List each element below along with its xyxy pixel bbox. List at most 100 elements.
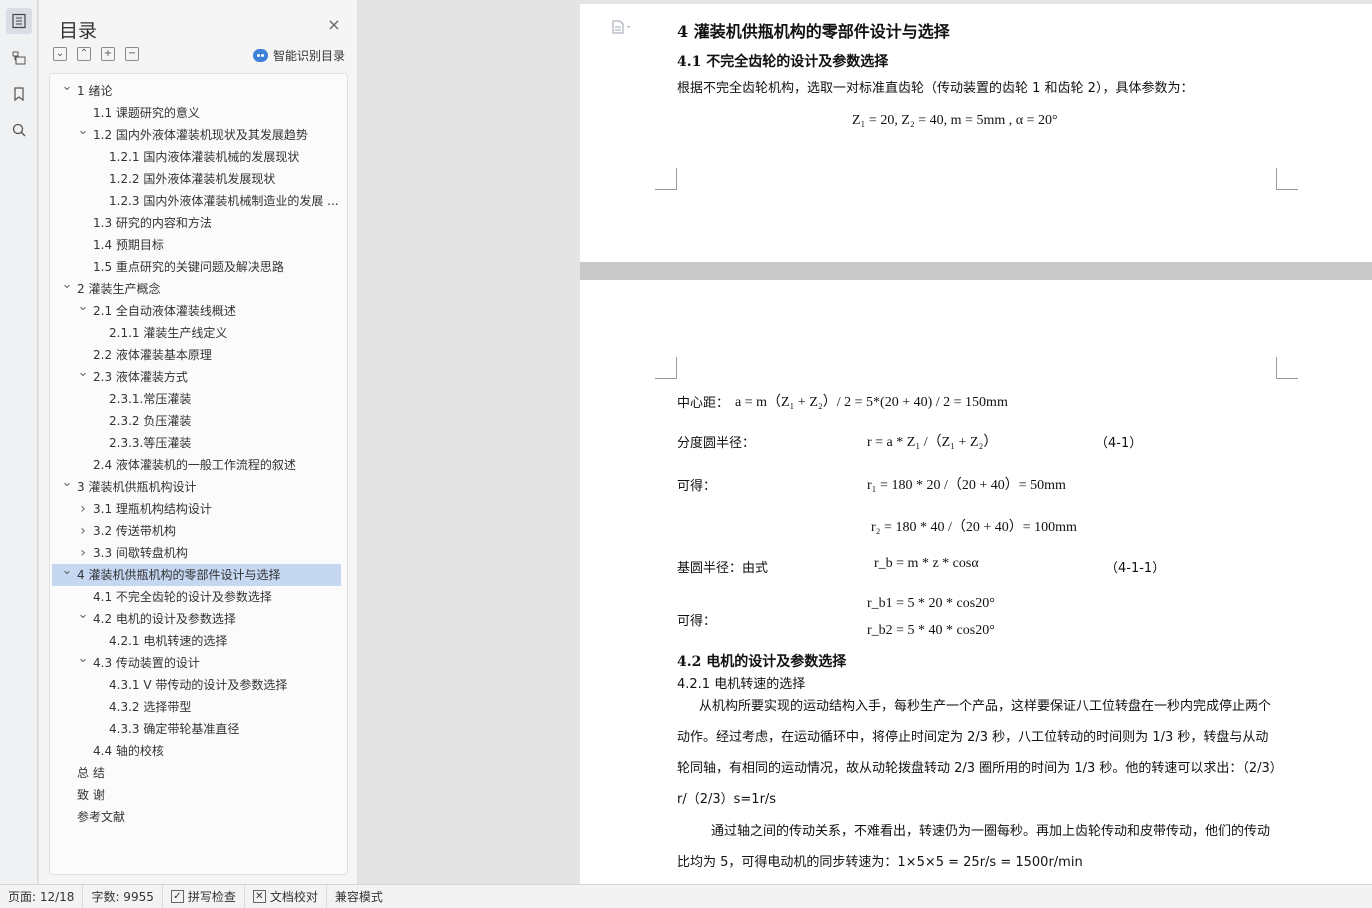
- structure-icon[interactable]: [6, 45, 32, 71]
- toc-item[interactable]: ⌄ 2.1 全自动液体灌装线概述: [50, 300, 347, 322]
- toc-item[interactable]: 1.2.2 国外液体灌装机发展现状: [50, 168, 347, 190]
- toc-item[interactable]: 参考文献: [50, 806, 347, 828]
- toc-item[interactable]: ⌄ 4.2 电机的设计及参数选择: [50, 608, 347, 630]
- toc-item-label: 1.2 国内外液体灌装机现状及其发展趋势: [93, 128, 308, 142]
- toc-item[interactable]: 4.3.2 选择带型: [50, 696, 347, 718]
- toc-item-label: 1.2.1 国内液体灌装机械的发展现状: [109, 150, 300, 164]
- label: 可得：: [677, 614, 717, 629]
- word-count[interactable]: 字数: 9955: [83, 884, 163, 908]
- document-area[interactable]: 4 灌装机供瓶机构的零部件设计与选择 4.1 不完全齿轮的设计及参数选择 根据不…: [359, 0, 1372, 884]
- label: 中心距：: [677, 396, 730, 411]
- section-heading: 4 灌装机供瓶机构的零部件设计与选择: [677, 22, 950, 41]
- spell-check-toggle[interactable]: ✓ 拼写检查: [163, 884, 245, 908]
- toc-panel-icon[interactable]: [6, 8, 32, 34]
- toc-item[interactable]: 1.1 课题研究的意义: [50, 102, 347, 124]
- add-heading-icon[interactable]: +: [101, 47, 115, 61]
- toc-item[interactable]: ⌄ 3 灌装机供瓶机构设计: [50, 476, 347, 498]
- toc-item-label: 4.4 轴的校核: [93, 744, 164, 758]
- toc-item[interactable]: 2.4 液体灌装机的一般工作流程的叙述: [50, 454, 347, 476]
- toc-item[interactable]: ⌄ 1.2 国内外液体灌装机现状及其发展趋势: [50, 124, 347, 146]
- formula: r = a * Z₁ /（Z₁ + Z₂）: [867, 435, 998, 450]
- toc-item-label: 2.3.2 负压灌装: [109, 414, 192, 428]
- toc-item[interactable]: 总 结: [50, 762, 347, 784]
- smart-toc-button[interactable]: 智能识别目录: [253, 47, 345, 64]
- subsubsection-heading: 4.2.1 电机转速的选择: [677, 677, 806, 692]
- chevron-down-icon[interactable]: ⌄: [77, 124, 89, 146]
- paragraph: 通过轴之间的传动关系，不难看出，转速仍为一圈每秒。再加上齿轮传动和皮带传动，他们…: [677, 824, 1271, 870]
- bookmark-icon[interactable]: [6, 81, 32, 107]
- toc-item-label: 4.3.2 选择带型: [109, 700, 192, 714]
- toc-item-label: 4 灌装机供瓶机构的零部件设计与选择: [77, 568, 281, 582]
- expand-up-icon[interactable]: ⌃: [77, 47, 91, 61]
- equation-number: （4-1-1）: [1105, 561, 1166, 576]
- toc-item[interactable]: 1.3 研究的内容和方法: [50, 212, 347, 234]
- toc-item[interactable]: › 3.2 传送带机构: [50, 520, 347, 542]
- chevron-down-icon[interactable]: ⌄: [77, 608, 89, 630]
- search-icon[interactable]: [6, 117, 32, 143]
- margin-mark: [1276, 168, 1298, 190]
- remove-heading-icon[interactable]: −: [125, 47, 139, 61]
- toc-item[interactable]: ⌄ 4 灌装机供瓶机构的零部件设计与选择: [52, 564, 341, 586]
- close-icon[interactable]: ×: [327, 17, 341, 33]
- chevron-down-icon[interactable]: ⌄: [77, 300, 89, 322]
- toc-item[interactable]: ⌄ 4.3 传动装置的设计: [50, 652, 347, 674]
- label: 基圆半径：由式: [677, 561, 769, 576]
- toc-item[interactable]: 2.1.1 灌装生产线定义: [50, 322, 347, 344]
- margin-mark: [1276, 357, 1298, 379]
- subsection-heading: 4.2 电机的设计及参数选择: [677, 654, 847, 670]
- toc-item[interactable]: 1.5 重点研究的关键问题及解决思路: [50, 256, 347, 278]
- page-indicator[interactable]: 页面: 12/18: [0, 884, 84, 908]
- toc-item-label: 4.1 不完全齿轮的设计及参数选择: [93, 590, 272, 604]
- toc-item-label: 2 灌装生产概念: [77, 282, 161, 296]
- toc-item[interactable]: › 3.3 间歇转盘机构: [50, 542, 347, 564]
- chevron-right-icon[interactable]: ›: [77, 542, 89, 564]
- toc-item[interactable]: 4.3.3 确定带轮基准直径: [50, 718, 347, 740]
- toc-item-label: 2.3.3.等压灌装: [109, 436, 192, 450]
- chevron-down-icon[interactable]: ⌄: [61, 278, 73, 300]
- chevron-down-icon[interactable]: ⌄: [61, 564, 73, 586]
- chevron-right-icon[interactable]: ›: [77, 520, 89, 542]
- toc-item[interactable]: › 3.1 理瓶机构结构设计: [50, 498, 347, 520]
- paragraph: 根据不完全齿轮机构，选取一对标准直齿轮（传动装置的齿轮 1 和齿轮 2），具体参…: [677, 81, 1194, 96]
- toc-item[interactable]: 2.2 液体灌装基本原理: [50, 344, 347, 366]
- page-options-icon[interactable]: [612, 20, 634, 37]
- collapse-all-icon[interactable]: ⌄: [53, 47, 67, 61]
- toc-item[interactable]: 致 谢: [50, 784, 347, 806]
- toc-item-label: 总 结: [77, 766, 105, 780]
- toc-item-label: 4.3.3 确定带轮基准直径: [109, 722, 240, 736]
- toc-item[interactable]: ⌄ 1 绪论: [50, 80, 347, 102]
- toc-item[interactable]: ⌄ 2.3 液体灌装方式: [50, 366, 347, 388]
- toc-item[interactable]: 1.4 预期目标: [50, 234, 347, 256]
- toc-item[interactable]: 4.3.1 V 带传动的设计及参数选择: [50, 674, 347, 696]
- toc-item-label: 1 绪论: [77, 84, 113, 98]
- toc-panel: 目录 × ⌄ ⌃ + − 智能识别目录 ⌄ 1 绪论 1.1 课题研究的意义 ⌄ 1.2…: [39, 0, 358, 884]
- toc-item[interactable]: 2.3.3.等压灌装: [50, 432, 347, 454]
- chevron-down-icon[interactable]: ⌄: [77, 366, 89, 388]
- toc-item[interactable]: 1.2.3 国内外液体灌装机械制造业的发展 ...: [50, 190, 347, 212]
- chevron-down-icon[interactable]: ⌄: [77, 652, 89, 674]
- toc-item-label: 致 谢: [77, 788, 105, 802]
- label: 分度圆半径：: [677, 436, 756, 451]
- toc-item[interactable]: 2.3.2 负压灌装: [50, 410, 347, 432]
- checkbox-icon: ✓: [170, 890, 184, 903]
- toc-item-label: 4.3.1 V 带传动的设计及参数选择: [109, 678, 288, 692]
- toc-item-label: 1.1 课题研究的意义: [93, 106, 200, 120]
- formula: r_b = m * z * cosα: [874, 556, 979, 571]
- toc-item[interactable]: 1.2.1 国内液体灌装机械的发展现状: [50, 146, 347, 168]
- proofread-toggle[interactable]: ✕ 文档校对: [245, 884, 327, 908]
- equation-number: （4-1）: [1095, 436, 1143, 451]
- toc-item[interactable]: 4.2.1 电机转速的选择: [50, 630, 347, 652]
- toc-title: 目录: [59, 20, 98, 42]
- smart-toc-label: 智能识别目录: [273, 49, 346, 63]
- chevron-down-icon[interactable]: ⌄: [61, 476, 73, 498]
- ai-assistant-icon: [253, 49, 268, 62]
- formula: r₂ = 180 * 40 /（20 + 40）= 100mm: [871, 520, 1077, 535]
- toc-item[interactable]: 4.4 轴的校核: [50, 740, 347, 762]
- paragraph: 从机构所要实现的运动结构入手，每秒生产一个产品，这样要保证八工位转盘在一秒内完成…: [677, 699, 1277, 807]
- chevron-down-icon[interactable]: ⌄: [61, 80, 73, 102]
- chevron-right-icon[interactable]: ›: [77, 498, 89, 520]
- toc-item[interactable]: 2.3.1.常压灌装: [50, 388, 347, 410]
- toc-item-label: 1.5 重点研究的关键问题及解决思路: [93, 260, 284, 274]
- toc-item[interactable]: ⌄ 2 灌装生产概念: [50, 278, 347, 300]
- toc-item[interactable]: 4.1 不完全齿轮的设计及参数选择: [50, 586, 347, 608]
